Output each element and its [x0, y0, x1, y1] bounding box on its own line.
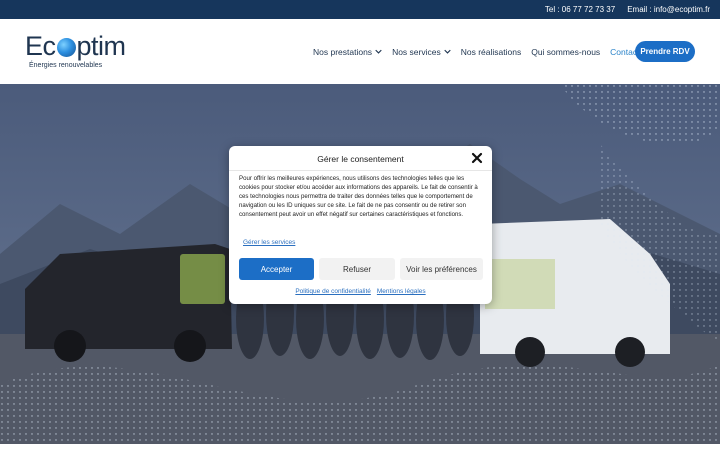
globe-icon — [56, 37, 76, 57]
chevron-down-icon — [375, 49, 382, 54]
logo-word-right: ptim — [76, 31, 127, 61]
consent-footer-links: Politique de confidentialité Mentions lé… — [229, 288, 492, 295]
top-contact-bar: Tel : 06 77 72 73 37 Email : info@ecopti… — [0, 0, 720, 19]
accept-button[interactable]: Accepter — [239, 258, 314, 280]
legal-notice-link[interactable]: Mentions légales — [377, 288, 426, 295]
logo-word-left: Ec — [25, 31, 56, 61]
email-text[interactable]: Email : info@ecoptim.fr — [627, 5, 710, 14]
consent-dialog: Gérer le consentement Pour offrir les me… — [229, 146, 492, 304]
consent-title: Gérer le consentement — [317, 154, 404, 164]
refuse-button[interactable]: Refuser — [319, 258, 395, 280]
privacy-policy-link[interactable]: Politique de confidentialité — [295, 288, 371, 295]
manage-services-link[interactable]: Gérer les services — [243, 239, 295, 246]
nav-item-label: Qui sommes-nous — [531, 46, 601, 57]
chevron-down-icon — [444, 49, 451, 54]
nav-item-label: Nos réalisations — [460, 46, 522, 57]
consent-body: Pour offrir les meilleures expériences, … — [239, 175, 478, 218]
nav-item-prestations[interactable]: Nos prestations — [313, 47, 382, 57]
page-background-strip — [0, 444, 720, 450]
main-nav: Nos prestations Nos services Nos réalisa… — [313, 19, 639, 84]
divider — [229, 170, 492, 171]
logo[interactable]: Ec ptim Énergies renouvelables — [25, 31, 135, 75]
nav-item-realisations[interactable]: Nos réalisations — [461, 47, 521, 57]
site-header: Ec ptim Énergies renouvelables Nos prest… — [0, 19, 720, 84]
prendre-rdv-button[interactable]: Prendre RDV — [635, 41, 695, 62]
close-icon[interactable] — [471, 152, 483, 164]
nav-item-label: Nos services — [392, 46, 441, 57]
nav-item-label: Nos prestations — [313, 46, 373, 57]
view-preferences-button[interactable]: Voir les préférences — [400, 258, 483, 280]
nav-item-services[interactable]: Nos services — [392, 47, 451, 57]
logo-tagline: Énergies renouvelables — [29, 62, 103, 69]
nav-item-qui-sommes-nous[interactable]: Qui sommes-nous — [531, 47, 600, 57]
phone-text[interactable]: Tel : 06 77 72 73 37 — [545, 5, 615, 14]
